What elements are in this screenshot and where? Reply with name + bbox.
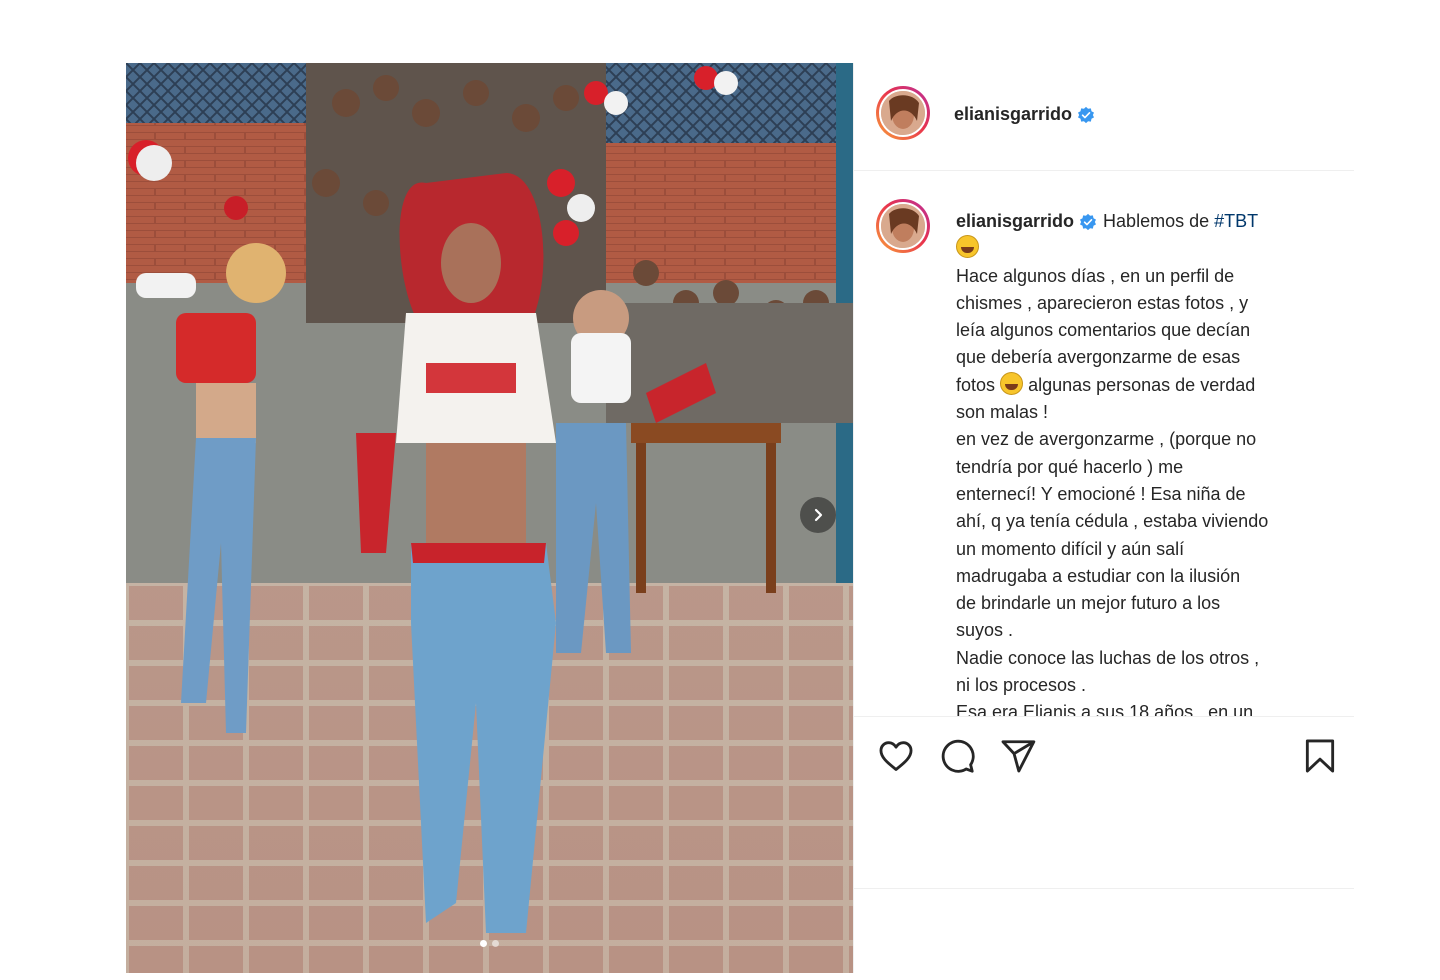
caption-line: enternecí! Y emocioné ! Esa niña de bbox=[956, 483, 1246, 504]
avatar-image bbox=[881, 91, 925, 135]
verified-badge-icon bbox=[1080, 213, 1097, 230]
hashtag-link[interactable]: #TBT bbox=[1214, 208, 1258, 235]
bookmark-icon bbox=[1305, 739, 1335, 773]
post-photo bbox=[126, 63, 853, 973]
chevron-right-icon bbox=[814, 508, 823, 522]
caption-line: chismes , aparecieron estas fotos , y bbox=[956, 292, 1249, 313]
post-media[interactable] bbox=[126, 63, 853, 973]
caption-intro: Hablemos de bbox=[1103, 211, 1210, 231]
caption-line: leía algunos comentarios que decían bbox=[956, 320, 1251, 341]
caption-line: ni los procesos . bbox=[956, 675, 1087, 696]
caption-author-avatar[interactable] bbox=[876, 199, 930, 253]
caption-text: elianisgarrido Hablemos de #TBT Hace alg… bbox=[956, 208, 1334, 716]
verified-badge-icon bbox=[1078, 106, 1095, 123]
caption-line: son malas ! bbox=[956, 402, 1049, 423]
caption-line: fotos bbox=[956, 374, 996, 395]
share-button[interactable] bbox=[998, 736, 1038, 776]
rolling-laughing-emoji bbox=[956, 235, 979, 259]
caption-line: madrugaba a estudiar con la ilusión bbox=[956, 565, 1241, 586]
author-username[interactable]: elianisgarrido bbox=[954, 104, 1072, 125]
rolling-laughing-emoji bbox=[1000, 371, 1024, 395]
caption-line: ahí, q ya tenía cédula , estaba viviendo bbox=[956, 511, 1269, 532]
comment-icon bbox=[941, 739, 975, 773]
caption-line: un momento difícil y aún salí bbox=[956, 538, 1185, 559]
carousel-dot-active bbox=[480, 940, 487, 947]
caption-section: elianisgarrido Hablemos de #TBT Hace alg… bbox=[854, 171, 1354, 716]
caption-line: Hace algunos días , en un perfil de bbox=[956, 265, 1235, 286]
caption-line: Esa era Elianis a sus 18 años , en un bbox=[956, 702, 1254, 716]
save-button[interactable] bbox=[1300, 736, 1340, 776]
post-sidebar: elianisgarrido elianisgarrido Hablemos d… bbox=[853, 63, 1354, 973]
instagram-post: elianisgarrido elianisgarrido Hablemos d… bbox=[126, 63, 1354, 973]
send-icon bbox=[1001, 740, 1036, 773]
carousel-indicator bbox=[126, 940, 853, 947]
caption-line: suyos . bbox=[956, 620, 1014, 641]
carousel-dot bbox=[492, 940, 499, 947]
author-avatar[interactable] bbox=[876, 86, 930, 140]
caption-line: en vez de avergonzarme , (porque no bbox=[956, 429, 1257, 450]
comment-button[interactable] bbox=[937, 736, 977, 776]
post-actions bbox=[854, 716, 1354, 889]
caption-line: que debería avergonzarme de esas bbox=[956, 347, 1241, 368]
avatar-image bbox=[881, 204, 925, 248]
heart-icon bbox=[879, 741, 913, 771]
caption-line: algunas personas de verdad bbox=[1028, 374, 1256, 395]
next-slide-button[interactable] bbox=[800, 497, 836, 533]
caption-line: tendría por qué hacerlo ) me bbox=[956, 456, 1184, 477]
caption-line: de brindarle un mejor futuro a los bbox=[956, 593, 1221, 614]
caption-username[interactable]: elianisgarrido bbox=[956, 208, 1074, 235]
like-button[interactable] bbox=[876, 736, 916, 776]
caption-line: Nadie conoce las luchas de los otros , bbox=[956, 647, 1260, 668]
post-header: elianisgarrido bbox=[854, 63, 1354, 171]
